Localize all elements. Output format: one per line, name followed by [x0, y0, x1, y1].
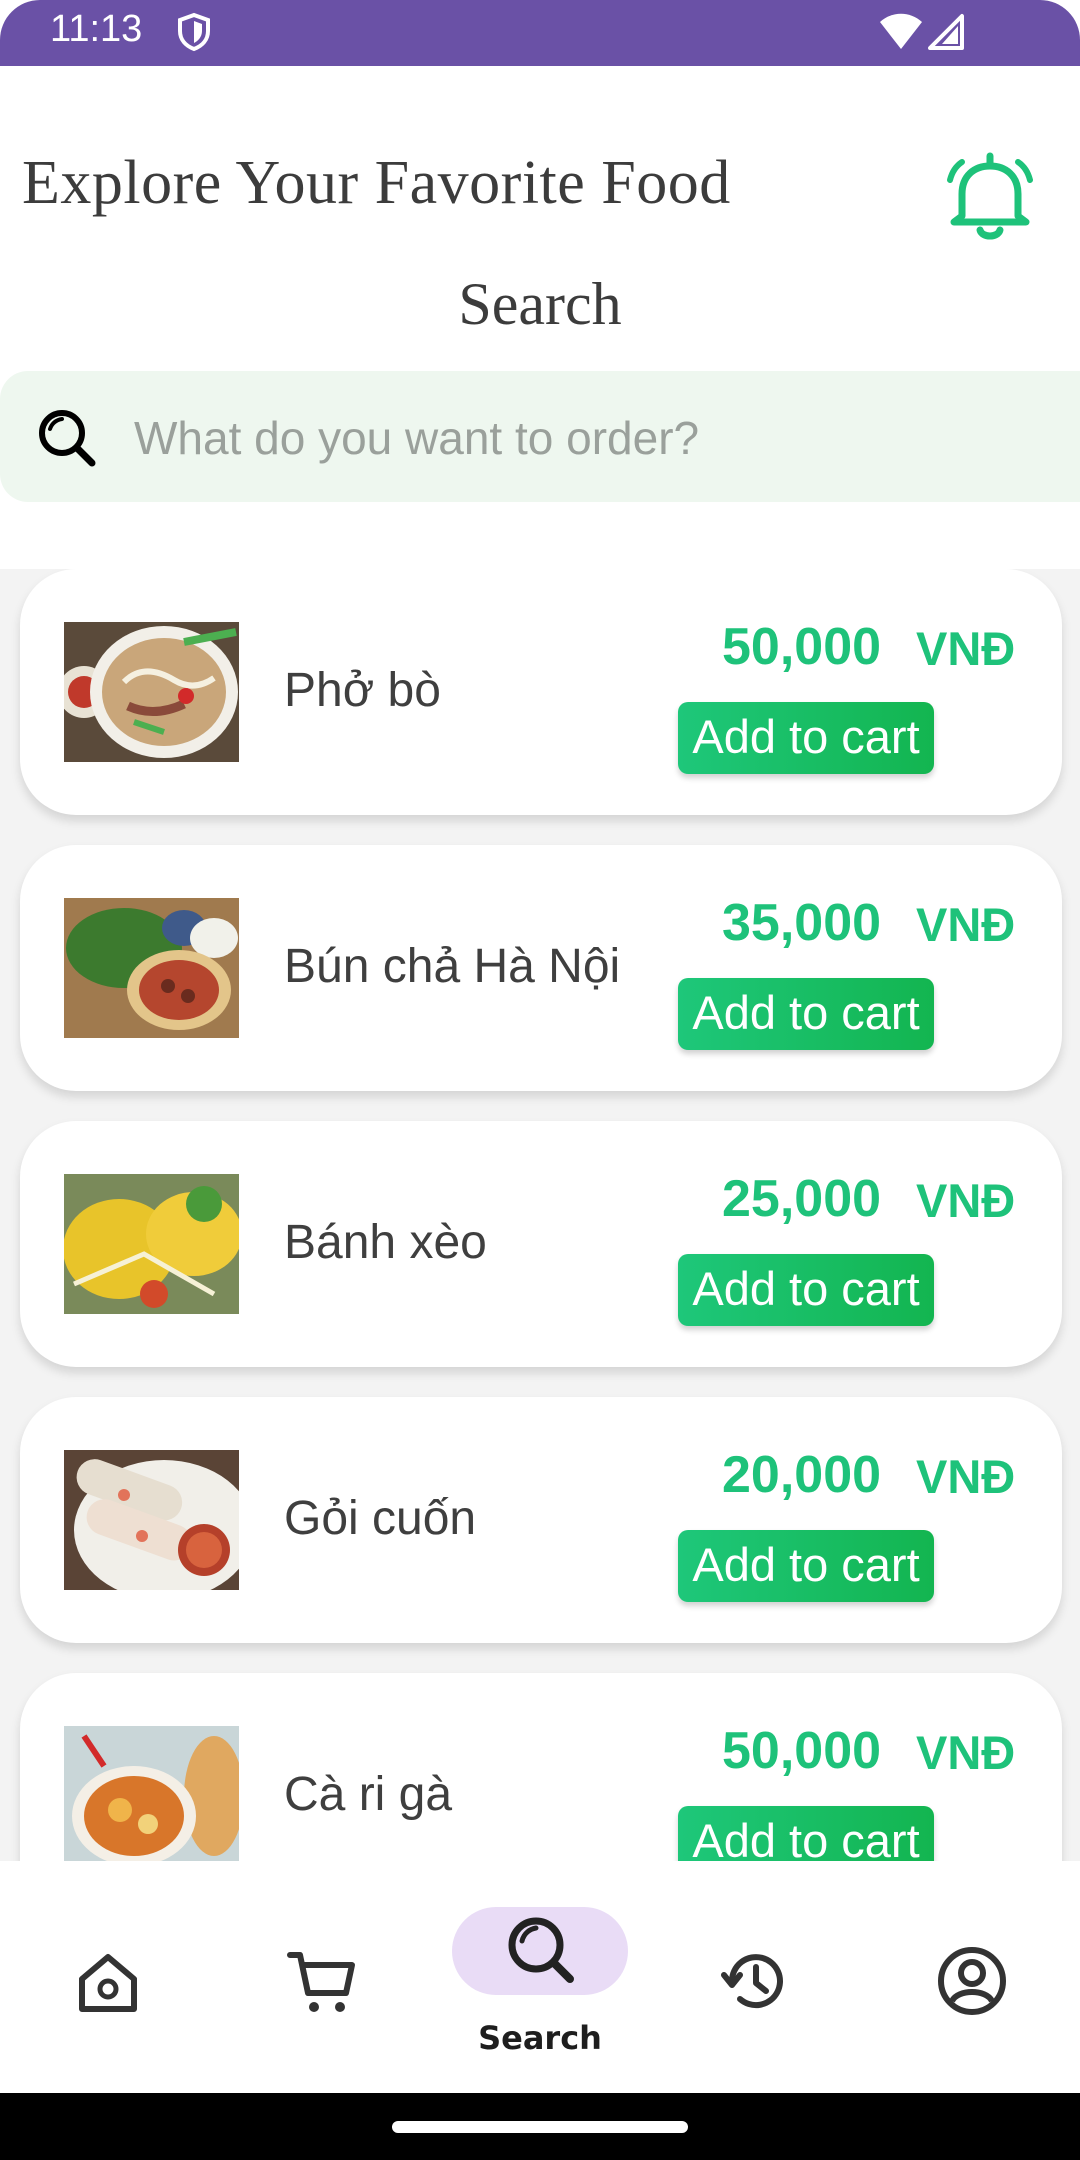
- add-to-cart-button[interactable]: Add to cart: [678, 978, 934, 1050]
- section-title: Search: [458, 271, 622, 337]
- food-list: Phở bò 50,000 VNĐ Add to cart Bún chả Hà…: [0, 569, 1080, 1861]
- food-name: Bánh xèo: [284, 1216, 487, 1269]
- status-bar: 11:13: [0, 0, 1080, 66]
- search-icon[interactable]: [504, 1913, 576, 1989]
- signal-icon: [928, 12, 966, 56]
- food-card[interactable]: Phở bò 50,000 VNĐ Add to cart: [20, 569, 1062, 815]
- food-name: Gỏi cuốn: [284, 1492, 477, 1545]
- home-icon[interactable]: [74, 1949, 142, 2021]
- food-name: Bún chả Hà Nội: [284, 940, 621, 993]
- shield-icon: [176, 12, 212, 56]
- price-currency: VNĐ: [916, 898, 1016, 951]
- cart-icon[interactable]: [286, 1947, 358, 2023]
- food-image-banh-xeo: [64, 1174, 239, 1314]
- food-card[interactable]: Bún chả Hà Nội 35,000 VNĐ Add to cart: [20, 845, 1062, 1091]
- food-price: 35,000: [722, 894, 882, 952]
- search-bar: [0, 371, 1080, 502]
- price-currency: VNĐ: [916, 1726, 1016, 1779]
- food-price: 50,000: [722, 1722, 882, 1780]
- nav-search-label[interactable]: Search: [440, 2019, 640, 2057]
- profile-icon[interactable]: [936, 1945, 1008, 2021]
- price-currency: VNĐ: [916, 1174, 1016, 1227]
- food-card[interactable]: Cà ri gà 50,000 VNĐ Add to cart: [20, 1673, 1062, 1861]
- food-image-bun-cha: [64, 898, 239, 1038]
- food-name: Cà ri gà: [284, 1768, 453, 1821]
- gesture-bar: [0, 2093, 1080, 2160]
- food-card[interactable]: Gỏi cuốn 20,000 VNĐ Add to cart: [20, 1397, 1062, 1643]
- history-icon[interactable]: [720, 1945, 792, 2021]
- add-to-cart-button[interactable]: Add to cart: [678, 1530, 934, 1602]
- search-icon[interactable]: [36, 407, 98, 469]
- gesture-handle[interactable]: [392, 2121, 688, 2133]
- food-image-goi-cuon: [64, 1450, 239, 1590]
- wifi-icon: [878, 12, 924, 56]
- page-title: Explore Your Favorite Food: [22, 149, 731, 217]
- bottom-navigation: Search: [0, 1861, 1080, 2093]
- price-currency: VNĐ: [916, 622, 1016, 675]
- food-price: 20,000: [722, 1446, 882, 1504]
- add-to-cart-button[interactable]: Add to cart: [678, 1806, 934, 1861]
- search-input[interactable]: [132, 401, 1036, 475]
- status-time: 11:13: [50, 8, 143, 50]
- notification-bell-icon[interactable]: [942, 150, 1038, 246]
- food-name: Phở bò: [284, 664, 441, 717]
- add-to-cart-button[interactable]: Add to cart: [678, 1254, 934, 1326]
- food-price: 25,000: [722, 1170, 882, 1228]
- food-price: 50,000: [722, 618, 882, 676]
- price-currency: VNĐ: [916, 1450, 1016, 1503]
- food-image-pho-bo: [64, 622, 239, 762]
- add-to-cart-button[interactable]: Add to cart: [678, 702, 934, 774]
- food-image-ca-ri-ga: [64, 1726, 239, 1861]
- food-card[interactable]: Bánh xèo 25,000 VNĐ Add to cart: [20, 1121, 1062, 1367]
